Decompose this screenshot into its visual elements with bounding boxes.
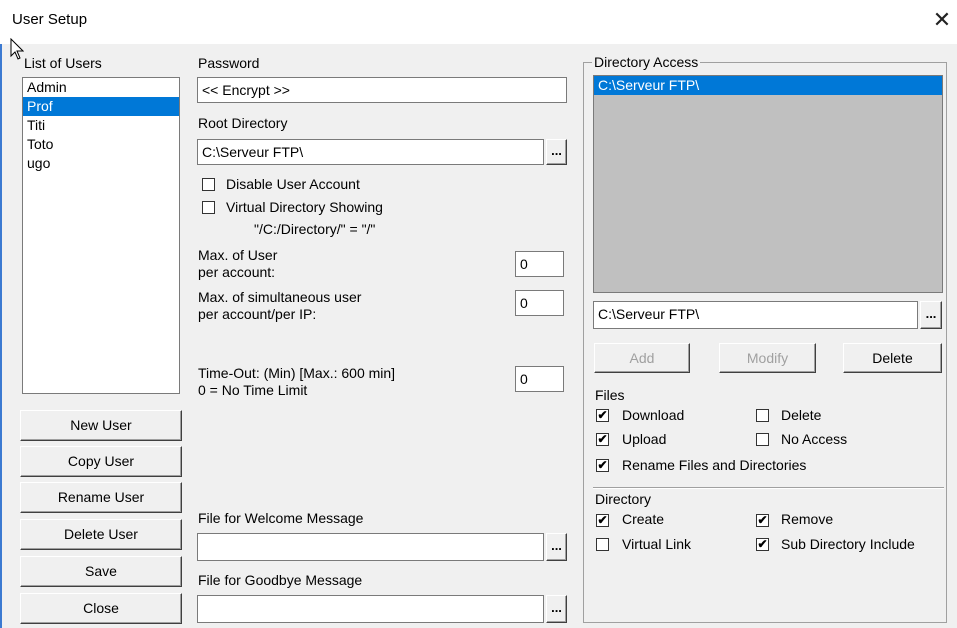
max-user-field[interactable]: 0 xyxy=(515,251,564,277)
directory-access-label: Directory Access xyxy=(592,54,701,70)
user-list-item[interactable]: Toto xyxy=(23,135,179,154)
title-bar xyxy=(0,0,957,44)
no-access-checkbox[interactable] xyxy=(756,433,769,446)
upload-checkbox[interactable]: ✔ xyxy=(596,433,609,446)
sub-directory-label: Sub Directory Include xyxy=(781,536,915,552)
timeout-field[interactable]: 0 xyxy=(515,366,564,392)
directory-path-field[interactable]: C:\Serveur FTP\ xyxy=(593,301,918,329)
root-browse-button[interactable]: ... xyxy=(546,139,567,165)
file-delete-checkbox[interactable] xyxy=(756,409,769,422)
max-ip-field[interactable]: 0 xyxy=(515,290,564,316)
no-access-label: No Access xyxy=(781,431,848,447)
file-delete-label: Delete xyxy=(781,407,822,423)
rename-checkbox[interactable]: ✔ xyxy=(596,459,609,472)
sub-directory-checkbox[interactable]: ✔ xyxy=(756,538,769,551)
user-list-item[interactable]: ugo xyxy=(23,154,179,173)
directory-list-item[interactable]: C:\Serveur FTP\ xyxy=(594,76,942,95)
directory-list[interactable]: C:\Serveur FTP\ xyxy=(593,75,943,293)
password-field[interactable]: << Encrypt >> xyxy=(197,77,567,103)
upload-label: Upload xyxy=(622,431,667,447)
remove-checkbox[interactable]: ✔ xyxy=(756,514,769,527)
virtual-link-checkbox[interactable] xyxy=(596,538,609,551)
save-button[interactable]: Save xyxy=(20,556,182,587)
add-directory-button[interactable]: Add xyxy=(594,343,690,373)
welcome-field[interactable] xyxy=(197,533,544,561)
rename-user-button[interactable]: Rename User xyxy=(20,482,182,513)
timeout-label: Time-Out: (Min) [Max.: 600 min] 0 = No T… xyxy=(198,365,396,398)
user-list-item[interactable]: Prof xyxy=(23,97,179,116)
delete-directory-button[interactable]: Delete xyxy=(843,343,942,373)
create-label: Create xyxy=(622,511,665,527)
close-icon[interactable]: ✕ xyxy=(930,6,954,34)
virtual-directory-hint: "/C:/Directory/" = "/" xyxy=(254,221,376,237)
user-list-item[interactable]: Admin xyxy=(23,78,179,97)
mouse-cursor-icon xyxy=(10,38,24,60)
directory-label: Directory xyxy=(595,491,652,507)
download-checkbox[interactable]: ✔ xyxy=(596,409,609,422)
remove-label: Remove xyxy=(781,511,834,527)
rename-label: Rename Files and Directories xyxy=(622,457,807,473)
modify-directory-button[interactable]: Modify xyxy=(719,343,816,373)
close-button[interactable]: Close xyxy=(20,593,182,624)
password-label: Password xyxy=(198,55,260,71)
delete-user-button[interactable]: Delete User xyxy=(20,519,182,550)
copy-user-button[interactable]: Copy User xyxy=(20,446,182,477)
create-checkbox[interactable]: ✔ xyxy=(596,514,609,527)
user-list[interactable]: Admin Prof Titi Toto ugo xyxy=(22,77,180,394)
disable-account-checkbox[interactable] xyxy=(202,178,215,191)
section-divider xyxy=(593,487,944,489)
welcome-label: File for Welcome Message xyxy=(198,510,364,526)
user-list-item[interactable]: Titi xyxy=(23,116,179,135)
goodbye-field[interactable] xyxy=(197,595,544,623)
virtual-directory-label: Virtual Directory Showing xyxy=(226,199,383,215)
virtual-link-label: Virtual Link xyxy=(622,536,692,552)
disable-account-label: Disable User Account xyxy=(226,176,360,192)
download-label: Download xyxy=(622,407,685,423)
files-label: Files xyxy=(595,387,625,403)
root-directory-field[interactable]: C:\Serveur FTP\ xyxy=(197,139,544,165)
window-edge xyxy=(0,44,2,628)
max-ip-label: Max. of simultaneous user per account/pe… xyxy=(198,289,362,322)
users-label: List of Users xyxy=(24,55,102,71)
goodbye-browse-button[interactable]: ... xyxy=(546,595,567,623)
welcome-browse-button[interactable]: ... xyxy=(546,533,567,561)
goodbye-label: File for Goodbye Message xyxy=(198,572,363,588)
window-title: User Setup xyxy=(12,11,88,28)
root-directory-label: Root Directory xyxy=(198,115,288,131)
virtual-directory-checkbox[interactable] xyxy=(202,201,215,214)
max-user-label: Max. of User per account: xyxy=(198,247,278,280)
new-user-button[interactable]: New User xyxy=(20,410,182,441)
directory-browse-button[interactable]: ... xyxy=(920,301,942,329)
